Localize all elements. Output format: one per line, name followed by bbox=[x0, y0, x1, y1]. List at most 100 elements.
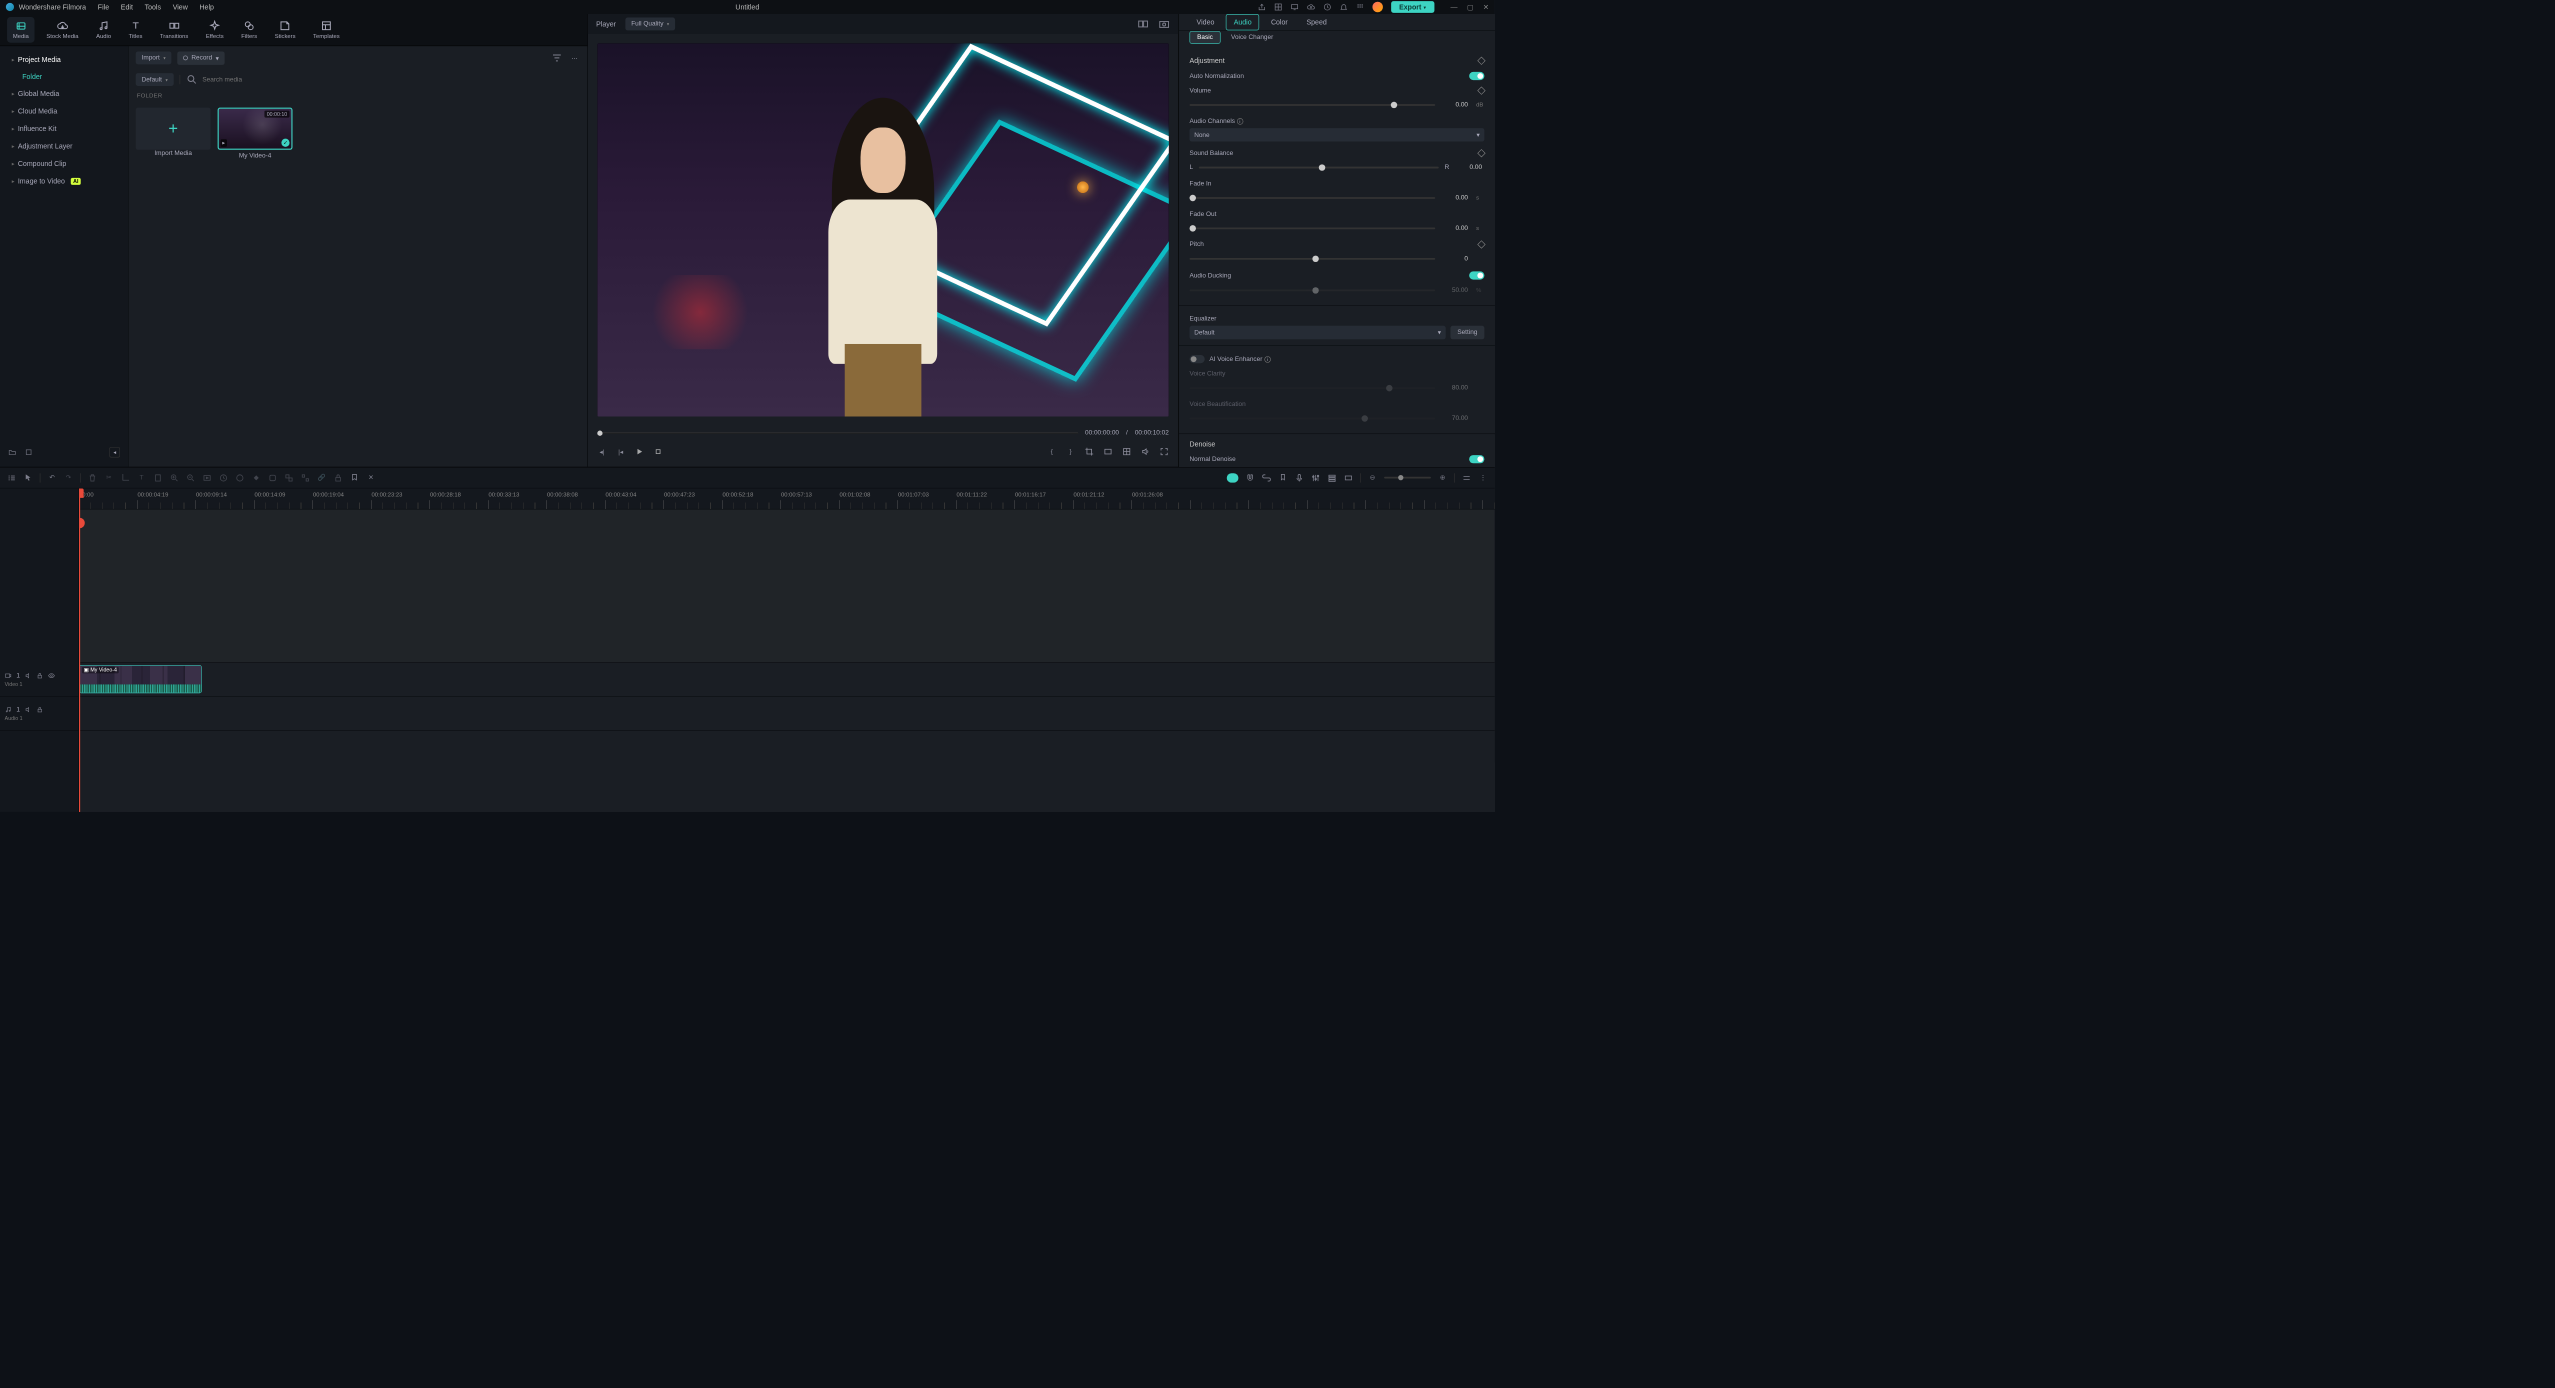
snapshot-icon[interactable] bbox=[1158, 18, 1170, 30]
crop-tool-icon[interactable] bbox=[121, 473, 130, 482]
new-folder-icon[interactable] bbox=[8, 448, 16, 456]
info-icon[interactable]: i bbox=[1236, 118, 1242, 124]
cloud-upload-icon[interactable] bbox=[1307, 3, 1315, 11]
quality-dropdown[interactable]: Full Quality▾ bbox=[625, 18, 675, 31]
track-height-icon[interactable] bbox=[1327, 473, 1336, 482]
playhead[interactable] bbox=[79, 488, 80, 812]
apps-icon[interactable] bbox=[1356, 3, 1364, 11]
ungroup-icon[interactable] bbox=[301, 473, 310, 482]
layout-icon[interactable] bbox=[1274, 3, 1282, 11]
export-button[interactable]: Export▾ bbox=[1391, 1, 1434, 13]
ducking-toggle[interactable] bbox=[1469, 271, 1484, 279]
new-bin-icon[interactable] bbox=[25, 448, 33, 456]
marker2-icon[interactable] bbox=[1278, 473, 1287, 482]
lock-track-icon[interactable] bbox=[36, 706, 43, 713]
sidebar-influence-kit[interactable]: ▸Influence Kit bbox=[4, 120, 125, 138]
zoom-out-timeline-icon[interactable]: ⊖ bbox=[1368, 473, 1377, 482]
sidebar-image-to-video[interactable]: ▸Image to VideoAI bbox=[4, 173, 125, 191]
user-avatar[interactable] bbox=[1372, 2, 1383, 13]
fullscreen-icon[interactable] bbox=[1159, 447, 1168, 456]
pitch-slider[interactable] bbox=[1189, 258, 1435, 260]
preview-seek-track[interactable] bbox=[597, 432, 1078, 434]
keyframe-button[interactable] bbox=[1477, 57, 1485, 65]
balance-keyframe[interactable] bbox=[1477, 149, 1485, 157]
timeline-options-icon[interactable] bbox=[1462, 473, 1471, 482]
menu-view[interactable]: View bbox=[173, 3, 188, 11]
timeline-ruler[interactable]: 00:0000:00:04:1900:00:09:1400:00:14:0900… bbox=[79, 488, 1495, 509]
track-audio-1[interactable] bbox=[79, 697, 1495, 731]
collapse-sidebar-button[interactable]: ◂ bbox=[109, 447, 120, 458]
link-icon[interactable]: 🔗 bbox=[317, 473, 326, 482]
sidebar-compound-clip[interactable]: ▸Compound Clip bbox=[4, 155, 125, 173]
text-tool-icon[interactable]: T bbox=[137, 473, 146, 482]
timeline-menu-icon[interactable] bbox=[7, 473, 16, 482]
grid-icon[interactable] bbox=[1122, 447, 1131, 456]
step-back-button[interactable]: |◂ bbox=[616, 447, 625, 456]
tab-stock-media[interactable]: Stock Media bbox=[41, 17, 85, 43]
keyframe-tool-icon[interactable]: ◆ bbox=[252, 473, 261, 482]
filter-icon[interactable] bbox=[551, 52, 563, 64]
tab-audio[interactable]: Audio bbox=[90, 17, 117, 43]
play-button[interactable] bbox=[635, 447, 644, 456]
media-clip[interactable]: 00:00:10 ▸ ✓ My Video-4 bbox=[218, 108, 293, 159]
mute-icon[interactable] bbox=[25, 672, 32, 679]
preview-viewport[interactable] bbox=[597, 43, 1169, 416]
split-icon[interactable]: ✂ bbox=[104, 473, 113, 482]
render-icon[interactable] bbox=[202, 473, 211, 482]
tab-effects[interactable]: Effects bbox=[200, 17, 229, 43]
fadeout-slider[interactable] bbox=[1189, 227, 1435, 229]
zoom-in-icon[interactable] bbox=[170, 473, 179, 482]
volume-icon[interactable] bbox=[1141, 447, 1150, 456]
mic-icon[interactable] bbox=[1295, 473, 1304, 482]
mark-out-button[interactable]: } bbox=[1066, 447, 1075, 456]
tab-templates[interactable]: Templates bbox=[307, 17, 345, 43]
tab-stickers[interactable]: Stickers bbox=[269, 17, 302, 43]
sidebar-global-media[interactable]: ▸Global Media bbox=[4, 85, 125, 103]
info-icon[interactable]: i bbox=[1264, 356, 1270, 362]
display-icon[interactable] bbox=[1290, 3, 1298, 11]
more-icon[interactable]: ⋯ bbox=[569, 52, 581, 64]
normal-denoise-toggle[interactable] bbox=[1469, 455, 1484, 463]
tab-transitions[interactable]: Transitions bbox=[154, 17, 194, 43]
timeline-more-icon[interactable]: ⋮ bbox=[1478, 473, 1487, 482]
volume-slider[interactable] bbox=[1189, 104, 1435, 106]
link-toggle-icon[interactable] bbox=[1262, 473, 1271, 482]
tab-video-props[interactable]: Video bbox=[1189, 15, 1221, 30]
tab-speed-props[interactable]: Speed bbox=[1299, 15, 1333, 30]
hide-track-icon[interactable] bbox=[48, 672, 55, 679]
menu-tools[interactable]: Tools bbox=[145, 3, 161, 11]
pitch-keyframe[interactable] bbox=[1477, 240, 1485, 248]
share-icon[interactable] bbox=[1257, 3, 1265, 11]
minimize-button[interactable]: — bbox=[1451, 3, 1458, 11]
sidebar-adjustment-layer[interactable]: ▸Adjustment Layer bbox=[4, 137, 125, 155]
sidebar-project-media[interactable]: ▸Project Media bbox=[4, 51, 125, 69]
prev-frame-button[interactable]: ◂| bbox=[597, 447, 606, 456]
mark-in-button[interactable]: { bbox=[1047, 447, 1056, 456]
tab-filters[interactable]: Filters bbox=[235, 17, 263, 43]
color-icon[interactable] bbox=[235, 473, 244, 482]
adjustment-icon[interactable]: ✕ bbox=[366, 473, 375, 482]
zoom-slider[interactable] bbox=[1384, 477, 1431, 479]
tab-media[interactable]: Media bbox=[7, 17, 35, 43]
track-video-1-head[interactable]: 1 Video 1 bbox=[0, 663, 78, 697]
zoom-in-timeline-icon[interactable]: ⊕ bbox=[1438, 473, 1447, 482]
tab-titles[interactable]: Titles bbox=[123, 17, 148, 43]
timeline-clip[interactable]: ▣My Video-4 bbox=[79, 665, 202, 693]
tab-audio-props[interactable]: Audio bbox=[1226, 14, 1259, 30]
auto-norm-toggle[interactable] bbox=[1469, 72, 1484, 80]
bell-icon[interactable] bbox=[1339, 3, 1347, 11]
mute-icon[interactable] bbox=[25, 706, 32, 713]
equalizer-preset-select[interactable]: Default▾ bbox=[1189, 326, 1445, 339]
voice-enhancer-toggle[interactable] bbox=[1189, 355, 1204, 363]
channels-select[interactable]: None▾ bbox=[1189, 128, 1484, 141]
safe-zone-icon[interactable] bbox=[1103, 447, 1112, 456]
sort-dropdown[interactable]: Default▾ bbox=[136, 73, 174, 86]
redo-icon[interactable]: ↷ bbox=[64, 473, 73, 482]
add-marker-icon[interactable] bbox=[153, 473, 162, 482]
undo-icon[interactable]: ↶ bbox=[47, 473, 56, 482]
history-icon[interactable] bbox=[1323, 3, 1331, 11]
compare-icon[interactable] bbox=[1137, 18, 1149, 30]
subtab-basic[interactable]: Basic bbox=[1189, 31, 1220, 44]
tab-color-props[interactable]: Color bbox=[1264, 15, 1295, 30]
equalizer-setting-button[interactable]: Setting bbox=[1450, 326, 1484, 339]
